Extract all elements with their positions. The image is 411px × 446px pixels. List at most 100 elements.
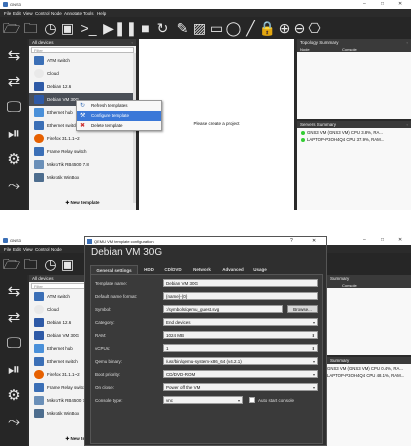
tab-general-settings[interactable]: General settings	[90, 265, 138, 274]
stop-icon[interactable]: ■	[137, 20, 154, 36]
tab-cd-dvd[interactable]: CD/DVD	[160, 265, 186, 274]
server-label: LAPTOP-P3OH4Q4 CPU 37.9%, RAM...	[307, 137, 385, 142]
snapshot-icon[interactable]: ▣	[59, 20, 76, 36]
note-icon[interactable]: ✎	[174, 20, 191, 36]
all-devices-icon[interactable]: ⚙	[4, 387, 24, 405]
tab-hdd[interactable]: HDD	[140, 265, 158, 274]
filter-input[interactable]: Filter	[31, 47, 134, 53]
new-template-button[interactable]: ✚ New template	[29, 200, 136, 206]
end-device-icon[interactable]: 🖵	[4, 99, 24, 117]
pause-icon[interactable]: ❚❚	[114, 20, 137, 36]
server-entry[interactable]: LAPTOP-P3OH4Q4 CPU 37.9%, RAM...	[297, 137, 411, 144]
tab-network[interactable]: Network	[188, 265, 216, 274]
spin-icon: ⬍	[311, 346, 315, 351]
boot-priority-value: CD/DVD-ROM	[166, 372, 196, 377]
device-item-atm-switch[interactable]: ATM switch	[29, 54, 136, 67]
menu-tools[interactable]: Tools	[83, 11, 94, 16]
on-close-select[interactable]: Power off the VM ▾	[163, 383, 318, 391]
menu-help[interactable]: Help	[97, 11, 106, 16]
minimize-button[interactable]: –	[363, 237, 366, 243]
close-button[interactable]: ✕	[398, 237, 402, 243]
folder-icon[interactable]: 🗁	[3, 256, 20, 272]
all-devices-icon[interactable]: ⚙	[4, 151, 24, 169]
device-label: Debian VM 30G	[47, 97, 80, 102]
router-icon[interactable]: ⇆	[4, 283, 24, 301]
router-icon[interactable]: ⇆	[4, 47, 24, 65]
vcpus-value: 1	[166, 346, 169, 351]
security-icon[interactable]: ⏯	[4, 125, 24, 143]
image-icon[interactable]: ▨	[191, 20, 208, 36]
menu-control[interactable]: Control	[35, 11, 50, 16]
security-icon[interactable]: ⏯	[4, 361, 24, 379]
menu-control[interactable]: Control	[35, 247, 50, 252]
device-item-cloud[interactable]: Cloud	[29, 67, 136, 80]
minimize-button[interactable]: –	[363, 1, 366, 7]
panel-close-icon[interactable]: ▫	[132, 40, 133, 45]
default-name-format-input[interactable]: {name}-{0}	[163, 292, 318, 300]
col-console: Console	[342, 47, 357, 52]
link-icon[interactable]: ⤳	[4, 413, 24, 431]
ram-spinbox[interactable]: 1024 MB ⬍	[163, 331, 318, 339]
clock-icon[interactable]: ◷	[42, 256, 59, 272]
snapshot-icon[interactable]: ▣	[59, 256, 76, 272]
server-entry[interactable]: GNS3 VM (GNS3 VM) CPU 3.8%, RA...	[297, 130, 411, 137]
device-item-mikrotik-rb4500[interactable]: MikroTik RB4500 7.8	[29, 158, 136, 171]
menu-item-delete-template[interactable]: ✖ Delete template	[77, 121, 161, 131]
tab-usage[interactable]: Usage	[250, 265, 270, 274]
menu-edit[interactable]: Edit	[13, 11, 21, 16]
terminal-icon[interactable]: >_	[80, 20, 97, 36]
end-device-icon[interactable]: 🖵	[4, 335, 24, 353]
switch-icon[interactable]: ⇄	[4, 73, 24, 91]
menu-item-refresh-templates[interactable]: ↻ Refresh templates	[77, 101, 161, 111]
maximize-button[interactable]: □	[381, 1, 384, 7]
symbol-input[interactable]: :/symbols/qemu_guest.svg	[163, 305, 283, 313]
menu-node[interactable]: Node	[51, 11, 62, 16]
clock-icon[interactable]: ◷	[42, 20, 59, 36]
browse-button[interactable]: Browse...	[287, 305, 318, 313]
device-item-debian-12-6[interactable]: Debian 12.6	[29, 80, 136, 93]
menu-node[interactable]: Node	[51, 247, 62, 252]
folder-icon[interactable]: 🗁	[3, 20, 20, 36]
link-icon[interactable]: ⤳	[4, 177, 24, 195]
vcpus-spinbox[interactable]: 1 ⬍	[163, 344, 318, 352]
auto-start-console-checkbox[interactable]	[249, 397, 255, 403]
close-button[interactable]: ✕	[398, 1, 402, 7]
device-label: Frame Relay switch	[47, 385, 87, 390]
qemu-binary-label: Qemu binary:	[95, 359, 123, 364]
reload-icon[interactable]: ↻	[154, 20, 171, 36]
workspace-canvas[interactable]: Please create a project	[139, 39, 294, 210]
device-item-frame-relay-switch[interactable]: Frame Relay switch	[29, 145, 136, 158]
menu-annotate[interactable]: Annotate	[64, 11, 82, 16]
panel-close-icon[interactable]: ▫	[407, 40, 408, 45]
screenshot-icon[interactable]: ⎔	[306, 20, 323, 36]
console-type-select[interactable]: vnc ▾	[163, 396, 243, 404]
context-menu: ↻ Refresh templates ⚒ Configure template ✖…	[76, 100, 162, 131]
boot-priority-select[interactable]: CD/DVD-ROM ▾	[163, 370, 318, 378]
dialog-close-button[interactable]: ✕	[312, 238, 316, 244]
rectangle-icon[interactable]: ▭	[208, 20, 225, 36]
maximize-button[interactable]: □	[381, 237, 384, 243]
menu-edit[interactable]: Edit	[13, 247, 21, 252]
tab-advanced[interactable]: Advanced	[218, 265, 248, 274]
device-item-firefox[interactable]: Firefox 31.1.1~2	[29, 132, 136, 145]
ellipse-icon[interactable]: ◯	[225, 20, 242, 36]
help-button[interactable]: ?	[290, 238, 293, 244]
menu-view[interactable]: View	[23, 247, 33, 252]
category-select[interactable]: End devices ▾	[163, 318, 318, 326]
menu-item-configure-template[interactable]: ⚒ Configure template	[77, 111, 161, 121]
frame-relay-icon	[34, 383, 44, 392]
menu-view[interactable]: View	[23, 11, 33, 16]
cloud-icon	[34, 305, 44, 314]
lock-icon[interactable]: 🔒	[259, 20, 276, 36]
device-item-mikrotik-winbox[interactable]: Mikrotik WinBox	[29, 171, 136, 184]
new-folder-icon[interactable]: 🗀	[22, 20, 39, 36]
line-icon[interactable]: ╱	[242, 20, 259, 36]
device-label: Firefox 31.1.1~2	[47, 136, 80, 141]
qemu-binary-select[interactable]: /usr/bin/qemu-system-x86_64 (v4.2.1) ▾	[163, 357, 318, 365]
panel-close-icon[interactable]: ▫	[407, 122, 408, 127]
new-folder-icon[interactable]: 🗀	[22, 256, 39, 272]
menu-file[interactable]: File	[4, 11, 11, 16]
switch-icon[interactable]: ⇄	[4, 309, 24, 327]
menu-file[interactable]: File	[4, 247, 11, 252]
template-name-input[interactable]: Debian VM 30G	[163, 279, 318, 287]
